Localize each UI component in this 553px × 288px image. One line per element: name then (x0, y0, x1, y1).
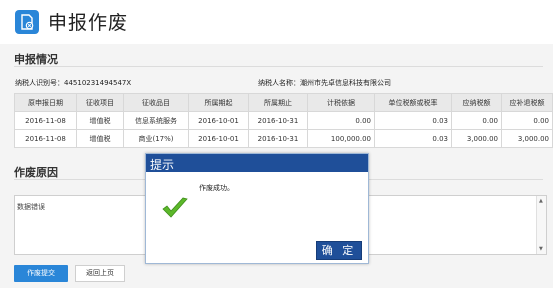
table-cell: 0.03 (374, 111, 452, 130)
column-header: 所属期止 (248, 93, 308, 112)
table-cell: 2016-10-31 (248, 111, 308, 130)
table-row: 2016-11-08 增值税 信息系统服务 2016-10-01 2016-10… (14, 111, 553, 130)
table-cell: 商业(17%) (123, 129, 189, 148)
table-row: 2016-11-08 增值税 商业(17%) 2016-10-01 2016-1… (14, 129, 553, 148)
divider (14, 66, 543, 67)
taxpayer-name: 纳税人名称：潮州市先卓信息科技有限公司 (258, 79, 391, 87)
table-cell: 3,000.00 (501, 129, 553, 148)
success-check-icon (161, 196, 189, 224)
table-cell: 0.00 (307, 111, 375, 130)
table-cell: 信息系统服务 (123, 111, 189, 130)
column-header: 征收项目 (76, 93, 124, 112)
submit-cancel-button[interactable]: 作废提交 (14, 265, 68, 282)
column-header: 计税依据 (307, 93, 375, 112)
declaration-table: 原申报日期 征收项目 征收品目 所属期起 所属期止 计税依据 单位税额或税率 应… (14, 93, 553, 148)
scroll-down-icon[interactable]: ▼ (539, 246, 543, 252)
table-cell: 增值税 (76, 111, 124, 130)
table-cell: 2016-10-01 (188, 129, 249, 148)
ok-button[interactable]: 确 定 (316, 241, 362, 260)
document-cancel-icon (15, 10, 39, 34)
table-cell: 100,000.00 (307, 129, 375, 148)
column-header: 单位税额或税率 (374, 93, 452, 112)
scroll-up-icon[interactable]: ▲ (539, 198, 543, 204)
column-header: 征收品目 (123, 93, 189, 112)
page-title: 申报作废 (48, 12, 129, 34)
section-title-declaration: 申报情况 (14, 53, 58, 66)
table-cell: 0.03 (374, 129, 452, 148)
table-cell: 2016-11-08 (14, 129, 77, 148)
page-header: 申报作废 (0, 0, 553, 44)
table-cell: 3,000.00 (451, 129, 502, 148)
reason-value: 数据错误 (17, 203, 45, 211)
column-header: 应纳税额 (451, 93, 502, 112)
column-header: 应补退税额 (501, 93, 553, 112)
table-header-row: 原申报日期 征收项目 征收品目 所属期起 所属期止 计税依据 单位税额或税率 应… (14, 93, 553, 112)
table-cell: 0.00 (451, 111, 502, 130)
back-button[interactable]: 返回上页 (75, 265, 125, 282)
column-header: 原申报日期 (14, 93, 77, 112)
table-cell: 增值税 (76, 129, 124, 148)
table-cell: 2016-10-01 (188, 111, 249, 130)
table-cell: 2016-11-08 (14, 111, 77, 130)
dialog-title-bar: 提示 (146, 154, 368, 172)
dialog-title: 提示 (150, 158, 175, 172)
column-header: 所属期起 (188, 93, 249, 112)
section-title-reason: 作废原因 (14, 166, 58, 179)
table-cell: 0.00 (501, 111, 553, 130)
scrollbar[interactable]: ▲ ▼ (536, 196, 546, 254)
table-cell: 2016-10-31 (248, 129, 308, 148)
taxpayer-id: 纳税人识别号：44510231494547X (15, 79, 132, 87)
alert-dialog: 提示 作废成功。 确 定 (145, 153, 369, 264)
dialog-message: 作废成功。 (199, 184, 234, 192)
